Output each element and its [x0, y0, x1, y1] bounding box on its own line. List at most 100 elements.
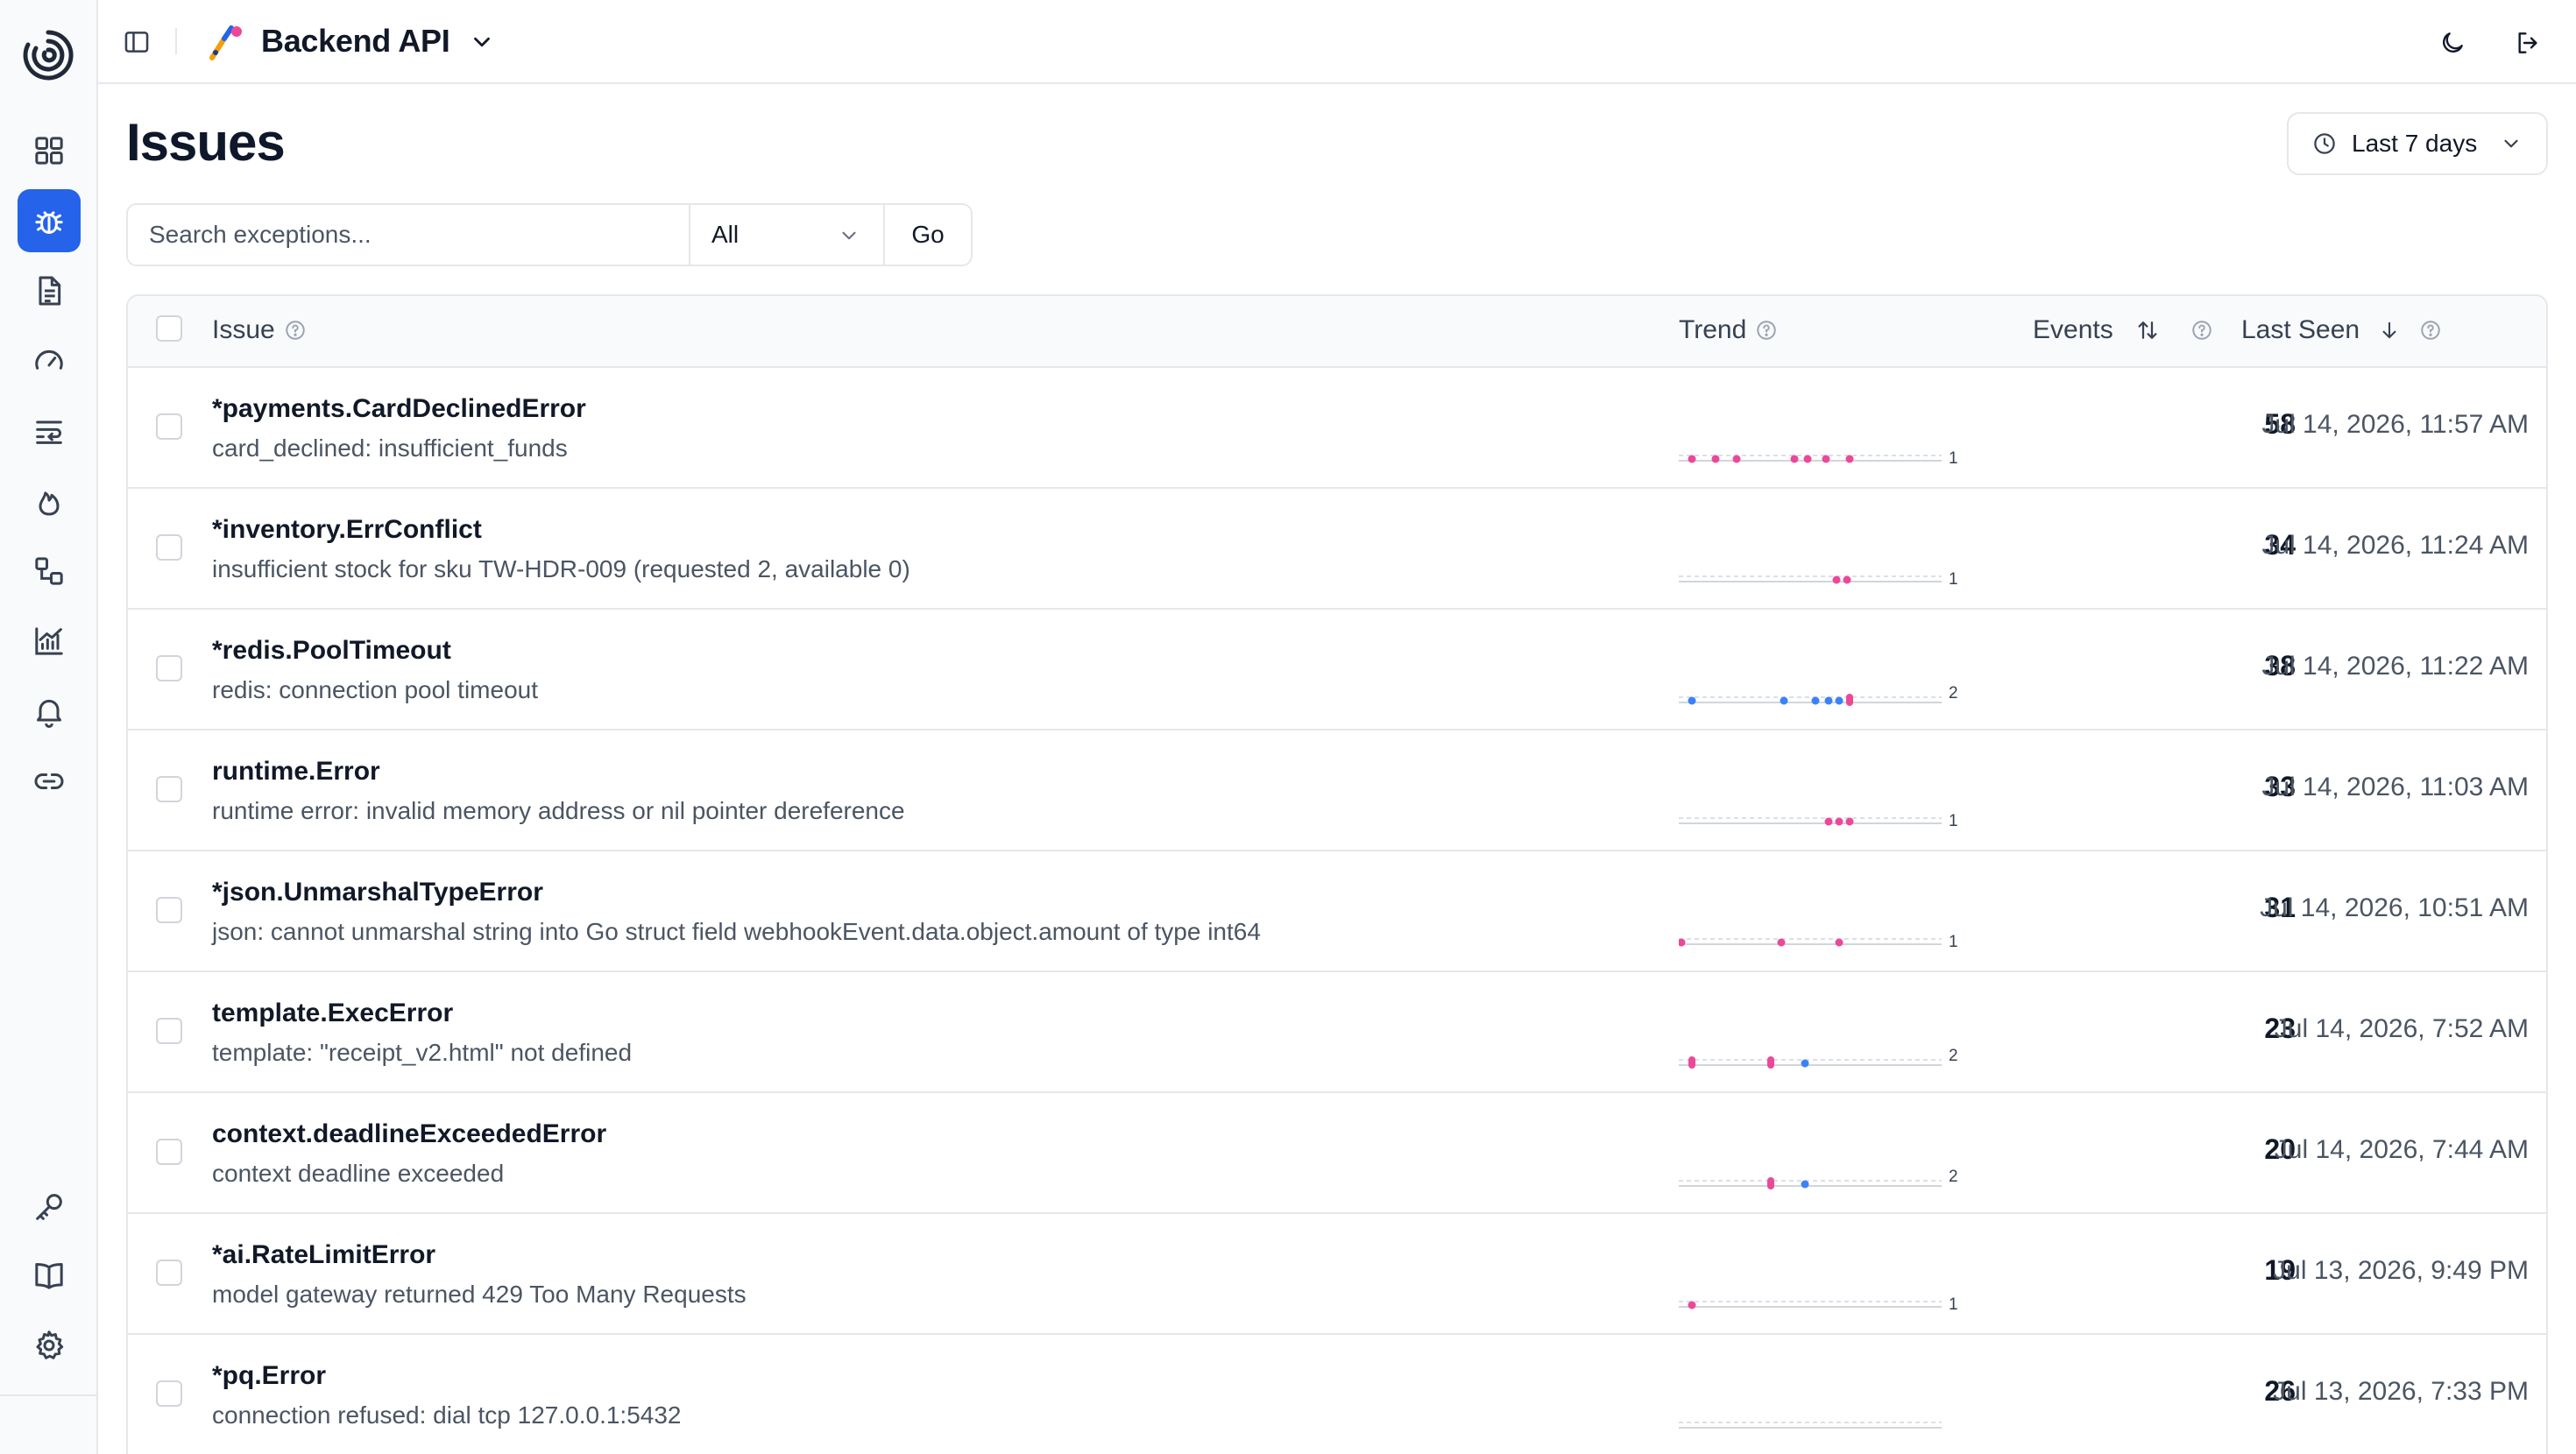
sidebar-item-performance[interactable]: [18, 329, 81, 392]
table-row[interactable]: *pq.Error connection refused: dial tcp 12…: [128, 1335, 2546, 1454]
row-checkbox[interactable]: [156, 1018, 182, 1044]
help-icon[interactable]: [2419, 319, 2442, 342]
trend-point: [1777, 938, 1786, 947]
trend-point: [1767, 1056, 1774, 1069]
flame-icon: [39, 491, 60, 516]
project-name[interactable]: Backend API: [261, 23, 450, 60]
table-row[interactable]: *ai.RateLimitError model gateway returned…: [128, 1214, 2546, 1335]
issue-title[interactable]: *json.UnmarshalTypeError: [212, 878, 543, 907]
row-checkbox[interactable]: [156, 897, 182, 923]
issue-message: context deadline exceeded: [212, 1160, 505, 1187]
issue-message: model gateway returned 429 Too Many Requ…: [212, 1281, 747, 1308]
sort-descending-icon[interactable]: [2377, 318, 2402, 342]
row-checkbox[interactable]: [156, 1380, 182, 1407]
issue-message: runtime error: invalid memory address or…: [212, 797, 905, 824]
issue-title[interactable]: *redis.PoolTimeout: [212, 636, 451, 666]
chart-icon: [35, 627, 63, 655]
help-icon[interactable]: [284, 319, 307, 342]
row-checkbox[interactable]: [156, 413, 182, 440]
last-seen-timestamp: Jul 13, 2026, 9:49 PM: [2273, 1256, 2529, 1285]
table-row[interactable]: *redis.PoolTimeout redis: connection pool…: [128, 610, 2546, 731]
trend-sparkline: 1: [1679, 812, 1958, 830]
table-row[interactable]: *json.UnmarshalTypeError json: cannot unm…: [128, 851, 2546, 972]
sidebar-item-alerts[interactable]: [18, 680, 81, 743]
theme-toggle-button[interactable]: [2432, 23, 2473, 63]
sidebar-toggle-button[interactable]: [117, 23, 156, 61]
project-switcher-chevron-icon[interactable]: [466, 26, 498, 58]
gear-icon: [36, 1330, 64, 1359]
list-wrap-icon: [36, 420, 62, 444]
row-checkbox[interactable]: [156, 534, 182, 561]
issue-title[interactable]: *ai.RateLimitError: [212, 1240, 435, 1270]
trend-point: [1845, 817, 1854, 826]
sidebar-item-profiling[interactable]: [18, 469, 81, 533]
logout-button[interactable]: [2508, 23, 2548, 63]
column-header-trend: Trend: [1679, 315, 1778, 345]
issue-title[interactable]: template.ExecError: [212, 999, 453, 1028]
trend-point: [1688, 1301, 1696, 1309]
search-input[interactable]: [128, 205, 689, 265]
trend-point: [1835, 938, 1844, 947]
bug-icon: [35, 211, 63, 234]
row-checkbox[interactable]: [156, 1139, 182, 1165]
trend-max-label: 1: [1949, 449, 1958, 468]
column-header-issue: Issue: [212, 315, 307, 345]
workflow-icon: [35, 557, 63, 585]
sidebar-item-integrations[interactable]: [18, 750, 81, 813]
go-button[interactable]: Go: [883, 205, 971, 265]
table-row[interactable]: template.ExecError template: "receipt_v2.…: [128, 972, 2546, 1093]
column-label: Events: [2033, 315, 2113, 344]
last-seen-timestamp: Jul 14, 2026, 11:22 AM: [2261, 652, 2529, 681]
trend-point: [1846, 694, 1853, 706]
trend-sparkline: 2: [1679, 1047, 1958, 1069]
trend-sparkline: [1679, 1422, 1942, 1429]
trend-point: [1790, 455, 1799, 463]
column-header-last-seen[interactable]: Last Seen: [2241, 315, 2442, 345]
app-logo-icon[interactable]: [18, 25, 79, 86]
time-range-select[interactable]: Last 7 days: [2287, 112, 2548, 175]
table-row[interactable]: *inventory.ErrConflict insufficient stock…: [128, 489, 2546, 610]
sidebar-item-docs[interactable]: [18, 1244, 81, 1307]
trend-max-label: 1: [1949, 570, 1958, 589]
trend-point: [1780, 696, 1788, 705]
table-row[interactable]: *payments.CardDeclinedError card_declined…: [128, 368, 2546, 489]
clock-icon: [2314, 133, 2335, 154]
sidebar-item-api-keys[interactable]: [18, 1175, 81, 1239]
sidebar-item-workflows[interactable]: [18, 540, 81, 603]
trend-point: [1845, 455, 1854, 463]
column-label: Last Seen: [2241, 315, 2360, 344]
issue-title[interactable]: *pq.Error: [212, 1361, 326, 1391]
sidebar-item-settings[interactable]: [18, 1314, 81, 1377]
sidebar-item-logs[interactable]: [18, 259, 81, 322]
sort-icon[interactable]: [2134, 317, 2161, 343]
issue-title[interactable]: runtime.Error: [212, 757, 380, 787]
sidebar-item-traces[interactable]: [18, 399, 81, 462]
top-bar: Backend API: [98, 0, 2576, 84]
bell-icon: [37, 699, 61, 728]
table-row[interactable]: runtime.Error runtime error: invalid memo…: [128, 731, 2546, 851]
sidebar-item-analytics[interactable]: [18, 610, 81, 673]
trend-sparkline: 2: [1679, 1168, 1958, 1189]
row-checkbox[interactable]: [156, 1260, 182, 1286]
sidebar-item-issues[interactable]: [18, 189, 81, 252]
table-row[interactable]: context.deadlineExceededError context dea…: [128, 1093, 2546, 1214]
trend-point: [1688, 696, 1696, 705]
trend-point: [1822, 455, 1830, 463]
issue-title[interactable]: *inventory.ErrConflict: [212, 515, 482, 545]
help-icon[interactable]: [1755, 319, 1778, 342]
issue-filter-select[interactable]: All: [689, 205, 883, 265]
help-icon[interactable]: [2190, 319, 2213, 342]
issue-title[interactable]: context.deadlineExceededError: [212, 1119, 606, 1149]
row-checkbox[interactable]: [156, 655, 182, 681]
trend-max-label: 1: [1949, 812, 1958, 830]
sidebar-item-dashboard[interactable]: [18, 119, 81, 182]
row-checkbox[interactable]: [156, 776, 182, 802]
sidebar-divider: [0, 1394, 98, 1396]
trend-point: [1688, 455, 1696, 463]
select-all-checkbox[interactable]: [156, 315, 182, 342]
trend-point: [1803, 455, 1812, 463]
trend-sparkline: 1: [1679, 449, 1958, 468]
issue-title[interactable]: *payments.CardDeclinedError: [212, 394, 586, 424]
trend-sparkline: 2: [1679, 684, 1958, 706]
column-header-events[interactable]: Events: [2033, 315, 2213, 345]
